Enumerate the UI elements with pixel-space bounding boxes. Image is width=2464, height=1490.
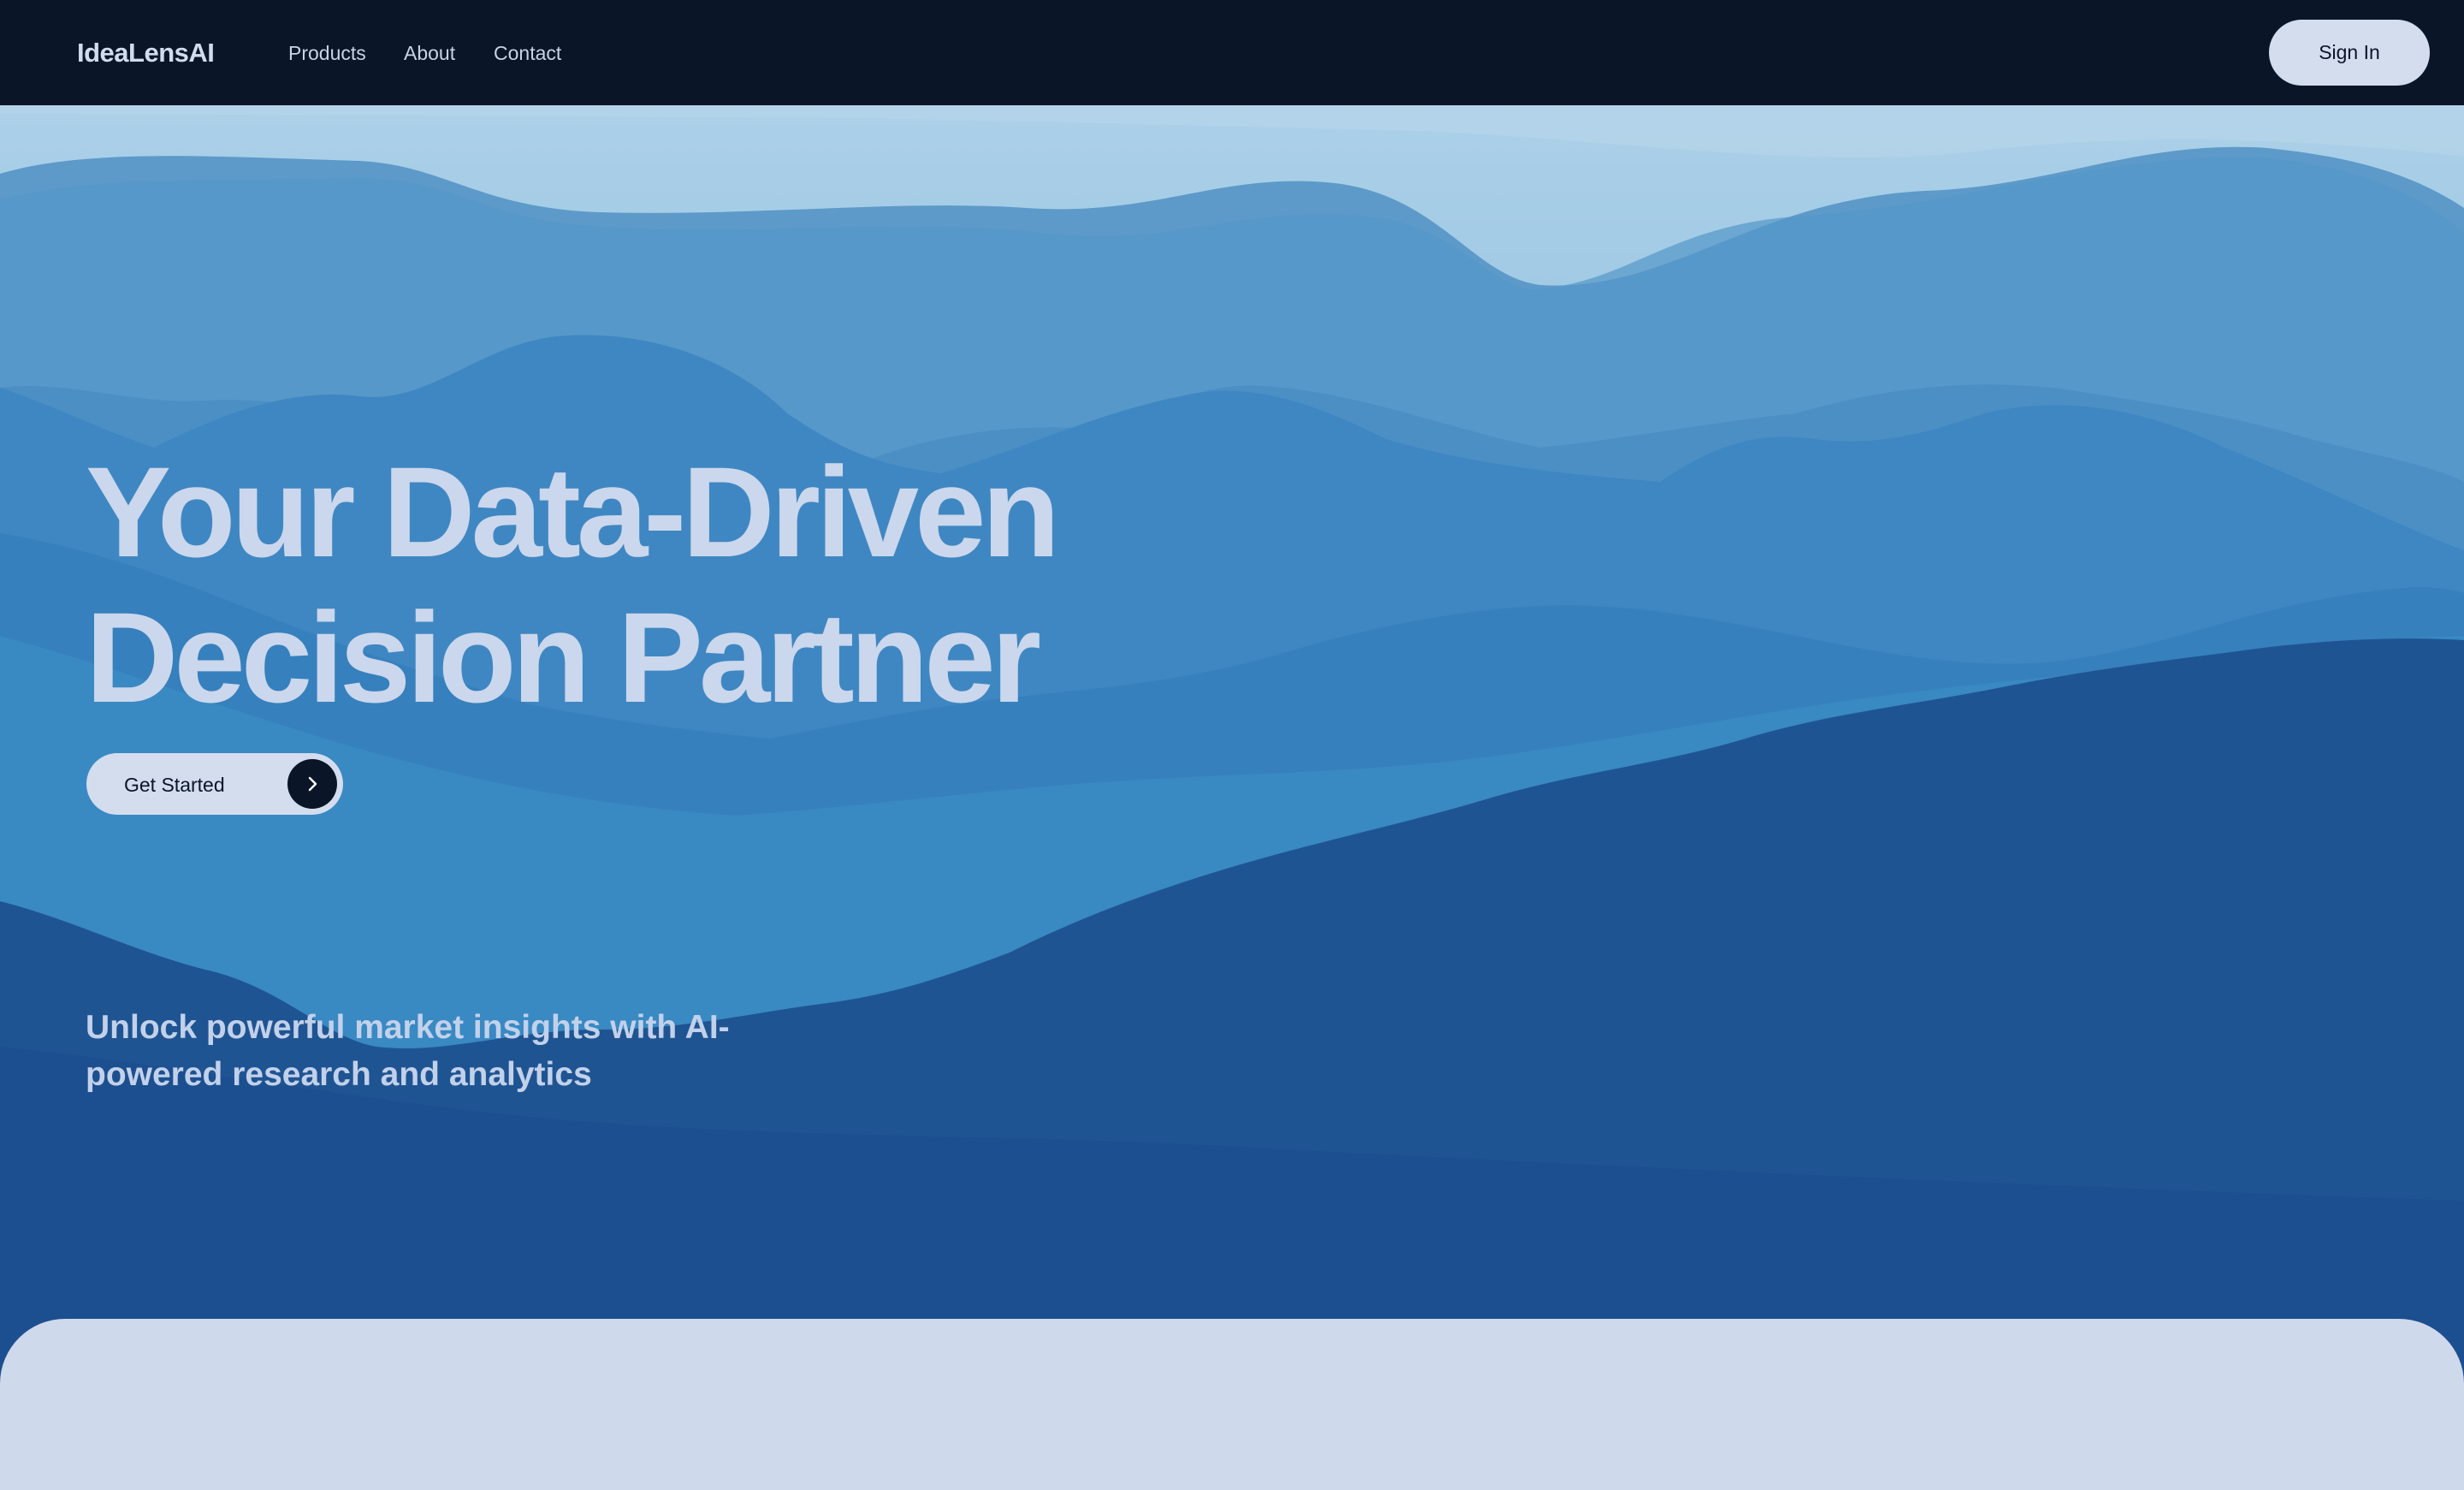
nav-contact-link[interactable]: Contact bbox=[494, 42, 561, 65]
chevron-right-icon bbox=[287, 759, 337, 809]
hero-section: Your Data-Driven Decision Partner Get St… bbox=[0, 105, 2464, 1386]
nav-products-link[interactable]: Products bbox=[288, 42, 366, 65]
get-started-button[interactable]: Get Started bbox=[86, 753, 343, 815]
sign-in-label: Sign In bbox=[2319, 41, 2380, 63]
get-started-label: Get Started bbox=[124, 774, 225, 796]
content-panel-top-edge bbox=[0, 1319, 2464, 1490]
mountain-landscape-background bbox=[0, 105, 2464, 1386]
top-navigation-bar: IdeaLensAI Products About Contact Sign I… bbox=[0, 0, 2464, 105]
hero-subtext: Unlock powerful market insights with AI-… bbox=[86, 1009, 730, 1093]
hero-headline-line-1: Your Data-Driven bbox=[86, 440, 1060, 584]
sign-in-button[interactable]: Sign In bbox=[2269, 20, 2430, 86]
hero-headline: Your Data-Driven Decision Partner bbox=[86, 439, 1283, 730]
nav-about-link[interactable]: About bbox=[404, 42, 455, 65]
logo[interactable]: IdeaLensAI bbox=[77, 38, 215, 68]
hero-headline-line-2: Decision Partner bbox=[86, 585, 1041, 729]
